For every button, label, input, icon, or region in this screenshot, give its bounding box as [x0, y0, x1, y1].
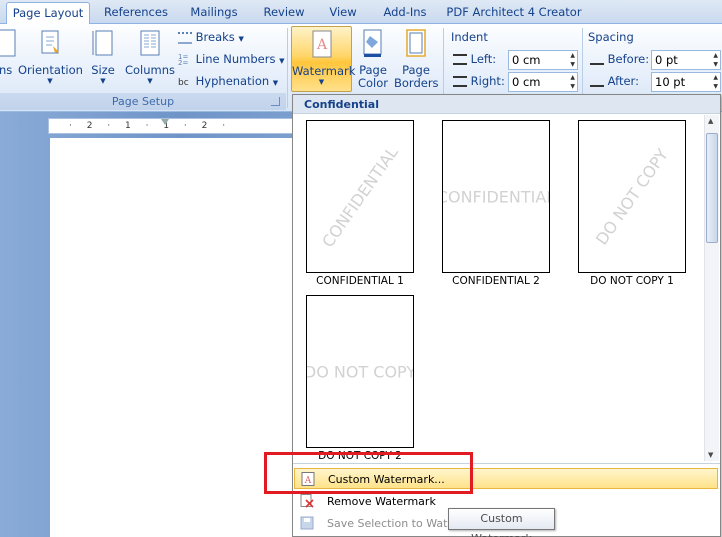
- scroll-down-icon[interactable]: ▼: [708, 451, 713, 459]
- indent-left-icon: [453, 54, 467, 65]
- line-numbers-button[interactable]: 1= 2= Line Numbers ▼: [178, 52, 285, 66]
- gallery-scrollbar[interactable]: ▲ ▼: [704, 115, 719, 461]
- indent-left-spinner-icon[interactable]: ▲ ▼: [570, 51, 575, 69]
- remove-watermark-label: Remove Watermark: [327, 495, 436, 508]
- size-label: Size: [91, 63, 115, 77]
- columns-dropdown-icon: ▼: [147, 77, 153, 85]
- columns-icon: [140, 30, 160, 56]
- svg-text:A: A: [315, 37, 327, 53]
- page-borders-icon: [406, 29, 426, 57]
- spacing-before-label: Before:: [607, 52, 650, 66]
- line-numbers-label: Line Numbers: [195, 52, 276, 66]
- horizontal-ruler[interactable]: · 2 · 1 · 1 · 2 ·: [48, 118, 300, 134]
- spacing-title: Spacing: [588, 30, 634, 44]
- margins-icon: [0, 29, 16, 57]
- watermark-icon: A: [312, 30, 331, 58]
- ruler-marks: · 2 · 1 · 1 · 2 ·: [69, 121, 232, 131]
- indent-left-label: Left:: [470, 52, 497, 66]
- indent-title: Indent: [451, 30, 488, 44]
- thumbnail-watermark-text: CONFIDENTIAL: [442, 187, 550, 206]
- columns-button[interactable]: Columns ▼: [124, 26, 176, 92]
- orientation-dropdown-icon: ▼: [47, 77, 53, 85]
- watermark-button[interactable]: A Watermark ▼: [291, 26, 356, 92]
- hyphenation-label: Hyphenation: [195, 74, 270, 88]
- spacing-after-row: After:: [590, 74, 639, 88]
- tab-references[interactable]: References: [98, 2, 174, 24]
- watermark-thumbnail-confidential-1[interactable]: CONFIDENTIAL: [306, 120, 414, 273]
- spacing-before-spinner-icon[interactable]: ▲ ▼: [713, 51, 718, 69]
- indent-right-row: Right:: [453, 74, 505, 88]
- hyphenation-icon: bc: [178, 78, 189, 88]
- tooltip: Custom Watermark: [448, 508, 555, 537]
- size-button[interactable]: Size ▼: [86, 26, 120, 92]
- indent-right-icon: [453, 76, 467, 87]
- watermark-label: Watermark: [292, 64, 356, 78]
- spacing-after-spinner-icon[interactable]: ▲ ▼: [713, 73, 718, 91]
- save-selection-icon: [300, 516, 314, 530]
- columns-label: Columns: [124, 63, 176, 77]
- ribbon-tab-strip: Page Layout References Mailings Review V…: [0, 0, 722, 25]
- thumbnail-label: DO NOT COPY 1: [590, 275, 674, 287]
- line-numbers-icon: 1= 2=: [178, 52, 189, 67]
- tab-add-ins[interactable]: Add-Ins: [376, 2, 434, 24]
- spacing-before-input[interactable]: 0 pt ▲ ▼: [651, 50, 721, 70]
- breaks-button[interactable]: Breaks ▼: [178, 30, 244, 44]
- tab-pdf-architect[interactable]: PDF Architect 4 Creator: [444, 2, 584, 24]
- page-color-icon: [363, 29, 382, 57]
- size-dropdown-icon: ▼: [100, 77, 106, 85]
- indent-left-input[interactable]: 0 cm ▲ ▼: [508, 50, 578, 70]
- tab-page-layout[interactable]: Page Layout: [6, 2, 90, 25]
- spacing-before-row: Before:: [590, 52, 649, 66]
- spacing-after-label: After:: [607, 74, 639, 88]
- thumbnail-watermark-text: CONFIDENTIAL: [318, 142, 402, 251]
- size-icon: [92, 30, 113, 56]
- watermark-thumbnail-confidential-2[interactable]: CONFIDENTIAL: [442, 120, 550, 273]
- hyphenation-button[interactable]: bc Hyphenation ▼: [178, 74, 278, 88]
- page-color-button[interactable]: PageColor ▼: [354, 26, 392, 102]
- page-borders-button[interactable]: Page Borders: [394, 26, 439, 92]
- highlight-box: [264, 452, 473, 494]
- indent-left-row: Left:: [453, 52, 496, 66]
- document-page[interactable]: [50, 138, 300, 537]
- margins-button[interactable]: ins: [0, 26, 16, 92]
- orientation-button[interactable]: Orientation ▼: [18, 26, 83, 92]
- watermark-thumbnail-do-not-copy-2[interactable]: DO NOT COPY: [306, 295, 414, 448]
- indent-right-input[interactable]: 0 cm ▲ ▼: [508, 72, 578, 92]
- watermark-dropdown-icon: ▼: [318, 78, 325, 86]
- indent-right-spinner-icon[interactable]: ▲ ▼: [570, 73, 575, 91]
- orientation-icon: [41, 30, 59, 54]
- breaks-icon: [178, 31, 192, 44]
- spacing-before-icon: [590, 54, 604, 65]
- thumbnail-watermark-text: DO NOT COPY: [306, 362, 414, 381]
- orientation-label: Orientation: [18, 63, 83, 77]
- gallery-header: Confidential: [293, 95, 720, 114]
- page-setup-group-label: Page Setup: [0, 93, 286, 110]
- watermark-thumbnail-do-not-copy-1[interactable]: DO NOT COPY: [578, 120, 686, 273]
- indent-marker-icon[interactable]: [161, 119, 169, 133]
- margins-label: ins: [0, 63, 13, 77]
- page-setup-dialog-launcher-icon[interactable]: [271, 97, 280, 106]
- remove-watermark-icon: [300, 494, 314, 508]
- scrollbar-thumb[interactable]: [706, 133, 718, 243]
- page-borders-label: Page Borders: [394, 63, 439, 90]
- spacing-after-icon: [590, 76, 604, 87]
- indent-right-label: Right:: [470, 74, 505, 88]
- thumbnail-watermark-text: DO NOT COPY: [592, 145, 672, 248]
- tab-view[interactable]: View: [322, 2, 364, 24]
- tab-review[interactable]: Review: [256, 2, 312, 24]
- tab-mailings[interactable]: Mailings: [184, 2, 244, 24]
- scroll-up-icon[interactable]: ▲: [708, 117, 713, 125]
- breaks-label: Breaks: [195, 30, 235, 44]
- spacing-after-input[interactable]: 10 pt ▲ ▼: [651, 72, 721, 92]
